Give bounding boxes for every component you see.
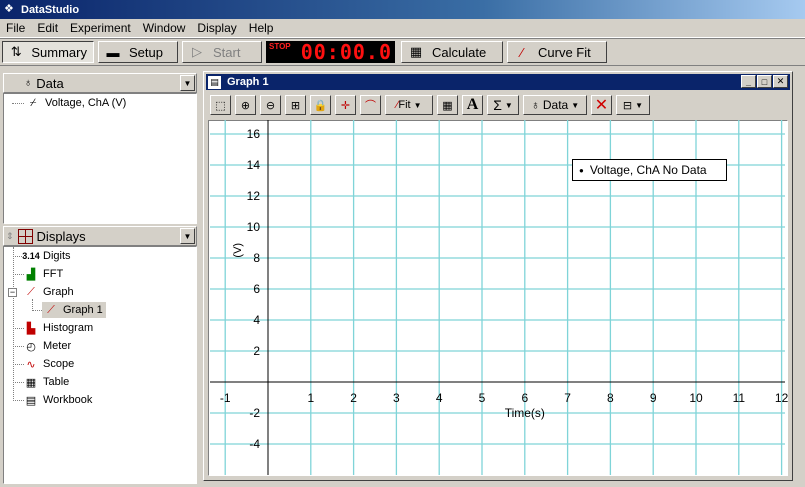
statistics-dropdown[interactable]: Σ ▼ (487, 95, 519, 115)
meter-icon: ◴ (26, 340, 36, 353)
slope-icon: ⌒ (365, 100, 376, 112)
collapse-toggle-icon[interactable]: − (8, 288, 17, 297)
data-item-voltage[interactable]: ⌿ Voltage, ChA (V) (24, 95, 127, 111)
delete-x-icon: ✕ (594, 97, 609, 114)
menu-help[interactable]: Help (243, 20, 280, 37)
calculator-icon: ▦ (409, 44, 423, 59)
elapsed-time: 00:00.0 (300, 40, 392, 64)
display-item-digits[interactable]: 3.14 Digits (22, 248, 70, 264)
chart-legend[interactable]: ● Voltage, ChA No Data (572, 159, 727, 181)
display-item-workbook[interactable]: ▤ Workbook (22, 392, 93, 408)
voltage-icon: ⌿ (29, 96, 37, 109)
curve-fit-icon: ⁄ (520, 44, 524, 60)
document-icon: ▤ (208, 75, 221, 89)
chevron-down-icon: ▼ (504, 100, 513, 110)
zoom-in-button[interactable]: ⊕ (235, 95, 256, 115)
table-icon: ▦ (25, 376, 37, 389)
menu-display[interactable]: Display (191, 20, 242, 37)
calculator-icon: ▦ (442, 99, 453, 112)
minimize-button[interactable]: _ (741, 75, 756, 88)
lock-button[interactable]: 🔒 (310, 95, 331, 115)
graph-icon: ⟋ (27, 285, 35, 298)
main-toolbar: ⇅ Summary ▬ Setup ▷ Start STOP 00:00.0 ▦… (0, 38, 805, 66)
slope-tool-button[interactable]: ⌒ (360, 95, 381, 115)
graph-icon: ⟋ (47, 303, 55, 316)
curve-fit-button[interactable]: ⁄ Curve Fit (507, 41, 607, 63)
text-annotation-button[interactable]: A (462, 95, 483, 115)
fit-dropdown[interactable]: ⁄ Fit ▼ (385, 95, 433, 115)
display-item-scope[interactable]: ∿ Scope (22, 356, 74, 372)
right-window-edge (796, 66, 805, 487)
app-titlebar: ❖ DataStudio (0, 0, 805, 19)
zoom-out-icon: ⊖ (265, 99, 276, 112)
menu-window[interactable]: Window (137, 20, 192, 37)
scale-to-fit-button[interactable]: ⬚ (210, 95, 231, 115)
data-dropdown[interactable]: ♁ Data ▼ (523, 95, 587, 115)
display-item-meter[interactable]: ◴ Meter (22, 338, 71, 354)
display-item-graph-1[interactable]: ⟋ Graph 1 (42, 302, 106, 318)
close-button[interactable]: ✕ (773, 75, 788, 88)
chevron-down-icon[interactable]: ▼ (180, 228, 195, 244)
display-item-table[interactable]: ▦ Table (22, 374, 70, 390)
data-panel-list: ⌿ Voltage, ChA (V) (3, 93, 197, 224)
chevron-down-icon[interactable]: ▼ (180, 75, 195, 91)
app-title: DataStudio (21, 3, 80, 16)
graph-window-titlebar[interactable]: ▤ Graph 1 _ □ ✕ (206, 74, 790, 90)
summary-button[interactable]: ⇅ Summary (2, 41, 94, 63)
data-drop-icon: ♁ (24, 77, 33, 89)
displays-panel-title: Displays (36, 228, 86, 244)
fft-icon: ▟ (26, 268, 36, 281)
datastudio-logo-icon: ❖ (4, 3, 14, 15)
scale-to-fit-icon: ⬚ (215, 99, 226, 112)
summary-icon: ⇅ (10, 44, 22, 59)
setup-button[interactable]: ▬ Setup (98, 41, 178, 63)
zoom-out-button[interactable]: ⊖ (260, 95, 281, 115)
menu-file[interactable]: File (0, 20, 31, 37)
legend-marker: ● (579, 165, 584, 175)
collapse-arrows-icon[interactable]: ⇕ (6, 231, 14, 242)
graph-window-title: Graph 1 (227, 76, 269, 88)
display-item-histogram[interactable]: ▙ Histogram (22, 320, 93, 336)
displays-grid-icon (17, 228, 33, 244)
delete-button[interactable]: ✕ (591, 95, 612, 115)
stopwatch-display: STOP 00:00.0 (266, 40, 395, 64)
digits-icon: 3.14 (22, 251, 40, 261)
graph-settings-dropdown[interactable]: ⊟ ▼ (616, 95, 650, 115)
stop-label: STOP (269, 42, 291, 51)
graph-settings-icon: ⊟ (622, 99, 633, 112)
chevron-down-icon: ▼ (413, 100, 422, 110)
smart-tool-button[interactable]: ✛ (335, 95, 356, 115)
zoom-select-icon: ⊞ (290, 99, 301, 112)
crosshair-icon: ✛ (340, 99, 351, 112)
data-panel-title: Data (36, 75, 64, 91)
sigma-icon: Σ (493, 97, 502, 113)
menubar: File Edit Experiment Window Display Help (0, 19, 805, 38)
display-item-fft[interactable]: ▟ FFT (22, 266, 63, 282)
sensor-plug-icon: ▬ (106, 44, 120, 60)
data-drop-icon: ♁ (530, 98, 540, 112)
workbook-icon: ▤ (25, 394, 37, 407)
play-icon: ▷ (192, 44, 202, 59)
graph-window: ▤ Graph 1 _ □ ✕ ⬚ ⊕ ⊖ ⊞ 🔒 ✛ ⌒ ⁄ Fit ▼ ▦ … (203, 71, 793, 481)
text-icon: A (466, 96, 479, 113)
histogram-icon: ▙ (26, 322, 36, 335)
calculate-button[interactable]: ▦ Calculate (401, 41, 503, 63)
legend-text: Voltage, ChA No Data (589, 163, 707, 177)
display-item-graph[interactable]: ⟋ Graph (22, 284, 73, 300)
chevron-down-icon: ▼ (635, 100, 644, 110)
menu-edit[interactable]: Edit (31, 20, 64, 37)
displays-panel-header[interactable]: ⇕ Displays ▼ (3, 226, 197, 246)
scope-icon: ∿ (26, 358, 36, 371)
zoom-in-icon: ⊕ (240, 99, 251, 112)
start-button[interactable]: ▷ Start (182, 41, 262, 63)
calculator-button[interactable]: ▦ (437, 95, 458, 115)
lock-icon: 🔒 (313, 99, 328, 112)
menu-experiment[interactable]: Experiment (64, 20, 137, 37)
data-panel-header[interactable]: ♁ Data ▼ (3, 73, 197, 93)
displays-panel-list: − 3.14 Digits ▟ FFT ⟋ Graph ⟋ Graph 1 ▙ … (3, 246, 197, 484)
zoom-select-button[interactable]: ⊞ (285, 95, 306, 115)
chevron-down-icon: ▼ (571, 100, 580, 110)
graph-toolbar: ⬚ ⊕ ⊖ ⊞ 🔒 ✛ ⌒ ⁄ Fit ▼ ▦ A Σ ▼ ♁ Data ▼ ✕… (206, 93, 790, 117)
maximize-button[interactable]: □ (757, 75, 772, 88)
